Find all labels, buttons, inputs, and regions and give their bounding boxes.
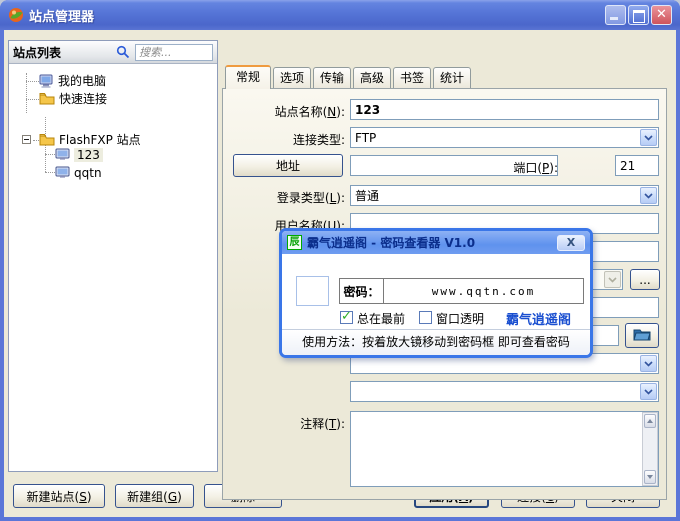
scroll-down-icon[interactable] [644,470,656,484]
site-manager-window: 站点管理器 ✕ 站点列表 [0,0,680,521]
login-type-label: 登录类型(L): [225,189,345,206]
site-tree: 我的电脑 快速连接 FlashFXP 站点 [9,65,217,471]
viewer-password-label: 密码： [339,278,383,304]
site-name-label: 站点名称(N): [225,103,345,120]
tree-item-quick-connect[interactable]: 快速连接 [39,90,107,107]
new-group-button[interactable]: 新建组(G) [115,484,194,508]
flashfxp-icon [8,7,24,23]
login-type-select[interactable]: 普通 [350,185,659,206]
connection-type-select[interactable]: FTP [350,127,659,148]
tree-guide [26,81,39,82]
revealed-password-field[interactable] [383,278,584,304]
scroll-up-icon[interactable] [644,414,656,428]
tab-options[interactable]: 选项 [273,67,311,88]
folder-open-icon [633,327,651,341]
notes-label: 注释(T): [225,415,345,432]
local-path-browse-button[interactable] [625,323,659,348]
magnifier-drag-box[interactable] [296,276,329,306]
chevron-down-icon [640,383,657,400]
password-viewer-title: 霸气逍遥阁 - 密码查看器 V1.0 [307,234,557,251]
computer-icon [39,74,54,88]
site-list-title: 站点列表 [13,44,116,61]
transparent-checkbox[interactable] [419,311,432,324]
close-window-button[interactable]: ✕ [651,5,672,25]
chevron-down-icon [604,271,621,288]
site-icon [55,148,70,161]
site-icon [55,166,70,179]
password-viewer-window: 辰 霸气逍遥阁 - 密码查看器 V1.0 X 密码： ✓ 总在最前 窗口透明 霸… [279,228,593,358]
tree-guide [26,99,39,100]
password-viewer-titlebar: 辰 霸气逍遥阁 - 密码查看器 V1.0 X [282,231,590,254]
tab-general[interactable]: 常规 [225,65,271,89]
titlebar: 站点管理器 ✕ [0,0,680,30]
site-list-header: 站点列表 [9,41,217,64]
port-label: 端口(P): [500,159,558,176]
tree-item-site-123[interactable]: 123 [55,146,103,163]
tree-item-label: qqtn [74,166,102,180]
site-name-input[interactable] [350,99,659,120]
tree-guide [45,172,55,173]
folder-icon [39,133,55,146]
new-site-button[interactable]: 新建站点(S) [13,484,105,508]
window-title: 站点管理器 [29,6,603,25]
port-input[interactable] [615,155,659,176]
transparent-label: 窗口透明 [436,310,484,327]
tab-transfer[interactable]: 传输 [313,67,351,88]
tree-collapse-toggle[interactable] [22,135,31,144]
tree-item-label: 我的电脑 [58,72,106,89]
check-icon: ✓ [341,309,352,324]
tree-item-label: 快速连接 [59,90,107,107]
folder-icon [39,92,55,105]
minimize-button[interactable] [605,5,626,25]
address-button[interactable]: 地址 [233,154,343,177]
tree-item-label: 123 [74,148,103,162]
tab-advanced[interactable]: 高级 [353,67,391,88]
connection-type-label: 连接类型: [225,131,345,148]
search-input[interactable] [135,44,213,61]
certificate-browse-button[interactable]: ... [630,269,660,290]
chevron-down-icon [640,355,657,372]
site-list-panel: 站点列表 [8,40,218,472]
always-on-top-checkbox[interactable]: ✓ [340,311,353,324]
chevron-down-icon [640,129,657,146]
tree-guide [26,73,27,113]
vendor-link[interactable]: 霸气逍遥阁 [506,309,571,328]
search-icon [116,45,130,59]
tree-item-my-computer[interactable]: 我的电脑 [39,72,106,89]
tree-item-site-qqtn[interactable]: qqtn [55,164,102,181]
always-on-top-label: 总在最前 [357,310,405,327]
chevron-down-icon [640,187,657,204]
password-viewer-app-icon: 辰 [287,235,302,250]
tree-guide [45,154,55,155]
timezone-select[interactable] [350,381,659,402]
notes-scrollbar[interactable] [642,412,658,486]
notes-textarea[interactable] [350,411,659,487]
maximize-button[interactable] [628,5,649,25]
tab-statistics[interactable]: 统计 [433,67,471,88]
password-viewer-close-button[interactable]: X [557,235,585,251]
usage-instructions: 使用方法：按着放大镜移动到密码框 即可查看密码 [282,329,590,355]
tab-bookmarks[interactable]: 书签 [393,67,431,88]
